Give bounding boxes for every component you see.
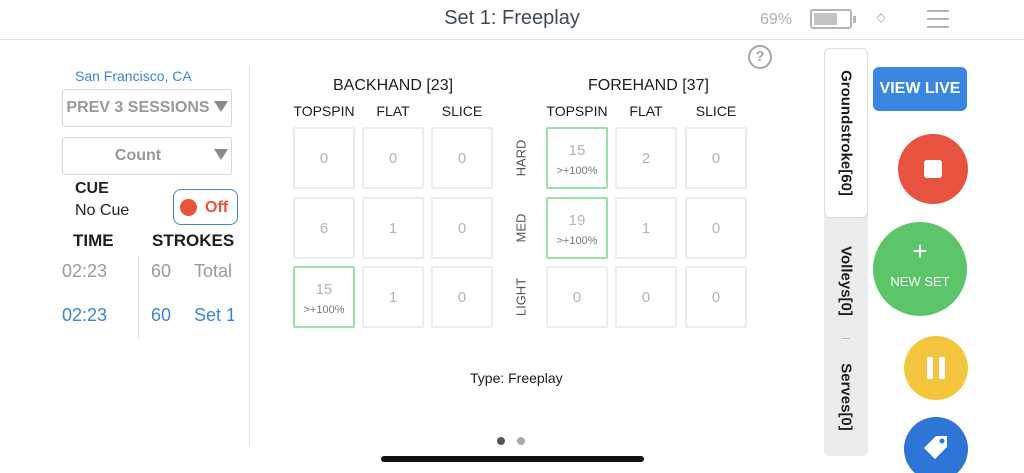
sessions-select[interactable]: PREV 3 SESSIONS bbox=[62, 89, 232, 127]
forehand-cell[interactable]: 2 bbox=[615, 127, 677, 189]
row-label-med: MED bbox=[513, 213, 529, 243]
view-live-button[interactable]: VIEW LIVE bbox=[873, 67, 967, 111]
forehand-cell[interactable]: 0 bbox=[685, 266, 747, 328]
backhand-title: BACKHAND [23] bbox=[333, 77, 454, 94]
row-label-light: LIGHT bbox=[513, 277, 529, 317]
new-set-button[interactable]: + NEW SET bbox=[873, 222, 967, 316]
hamburger-menu-icon[interactable] bbox=[927, 10, 949, 34]
row-label-hard: HARD bbox=[513, 139, 529, 177]
forehand-cell[interactable]: 0 bbox=[546, 266, 608, 328]
forehand-cell[interactable]: 0 bbox=[685, 127, 747, 189]
sessions-select-value: PREV 3 SESSIONS bbox=[66, 99, 210, 116]
forehand-col-slice: SLICE bbox=[695, 103, 737, 119]
forehand-cell[interactable]: 0 bbox=[685, 197, 747, 259]
top-bar: Set 1: Freeplay 69% ᛜ bbox=[0, 0, 1024, 40]
total-time: 02:23 bbox=[62, 261, 108, 281]
set-label: Set 1 bbox=[194, 305, 234, 325]
backhand-cell[interactable]: 1 bbox=[362, 197, 424, 259]
forehand-cell[interactable]: 19 >+100% bbox=[546, 197, 608, 259]
location-text: San Francisco, CA bbox=[75, 68, 192, 84]
stop-button[interactable] bbox=[898, 134, 968, 204]
backhand-col-slice: SLICE bbox=[441, 103, 483, 119]
count-select-value: Count bbox=[114, 147, 162, 164]
chevron-down-icon bbox=[214, 149, 228, 160]
backhand-cell[interactable]: 1 bbox=[362, 266, 424, 328]
forehand-cell[interactable]: 1 bbox=[615, 197, 677, 259]
total-strokes: 60 bbox=[151, 261, 172, 281]
cue-label: CUE bbox=[75, 180, 109, 197]
panel-divider bbox=[249, 66, 250, 446]
pause-button[interactable] bbox=[904, 336, 968, 400]
chevron-down-icon bbox=[214, 101, 228, 112]
count-select[interactable]: Count bbox=[62, 137, 232, 175]
pause-icon bbox=[939, 357, 945, 379]
total-label: Total bbox=[194, 261, 233, 281]
backhand-cell[interactable]: 0 bbox=[293, 127, 355, 189]
set-time: 02:23 bbox=[62, 305, 108, 325]
backhand-cell[interactable]: 0 bbox=[431, 127, 493, 189]
backhand-cell[interactable]: 15 >+100% bbox=[293, 266, 355, 328]
forehand-col-flat: FLAT bbox=[629, 103, 663, 119]
page-dot[interactable] bbox=[517, 437, 525, 445]
battery-percentage: 69% bbox=[760, 11, 793, 28]
tab-serves[interactable]: Serves[0] bbox=[824, 342, 868, 452]
tag-icon bbox=[924, 436, 947, 459]
toggle-dot-icon bbox=[180, 199, 197, 216]
stroke-type-tabs: Groundstroke[60] Volleys[0] Serves[0] bbox=[824, 48, 868, 456]
forehand-cell[interactable]: 15 >+100% bbox=[546, 127, 608, 189]
home-indicator[interactable] bbox=[381, 456, 644, 462]
strokes-header: STROKES bbox=[152, 231, 235, 250]
tab-groundstroke[interactable]: Groundstroke[60] bbox=[824, 48, 868, 218]
forehand-cell[interactable]: 0 bbox=[615, 266, 677, 328]
forehand-col-topspin: TOPSPIN bbox=[546, 103, 608, 119]
help-icon[interactable]: ? bbox=[748, 45, 772, 69]
forehand-title: FOREHAND [37] bbox=[588, 77, 709, 94]
bluetooth-icon[interactable]: ᛜ bbox=[875, 9, 887, 32]
time-header: TIME bbox=[73, 231, 114, 250]
backhand-col-flat: FLAT bbox=[376, 103, 410, 119]
session-type: Type: Freeplay bbox=[470, 370, 563, 386]
pause-icon bbox=[927, 357, 933, 379]
tab-separator bbox=[842, 338, 850, 339]
stop-icon bbox=[924, 160, 942, 178]
cue-value: No Cue bbox=[75, 202, 130, 219]
cue-toggle-label: Off bbox=[205, 199, 229, 216]
battery-nub bbox=[853, 16, 856, 23]
backhand-cell[interactable]: 0 bbox=[362, 127, 424, 189]
set-strokes: 60 bbox=[151, 305, 172, 325]
battery-fill bbox=[814, 13, 837, 25]
stats-divider bbox=[138, 256, 139, 338]
tag-button[interactable] bbox=[904, 417, 968, 473]
backhand-col-topspin: TOPSPIN bbox=[293, 103, 355, 119]
backhand-cell[interactable]: 0 bbox=[431, 197, 493, 259]
plus-icon: + bbox=[912, 236, 928, 266]
battery-icon bbox=[810, 9, 856, 29]
new-set-label: NEW SET bbox=[890, 274, 950, 289]
cue-toggle[interactable]: Off bbox=[173, 189, 238, 225]
tab-volleys[interactable]: Volleys[0] bbox=[824, 226, 868, 336]
page-title: Set 1: Freeplay bbox=[444, 7, 580, 29]
backhand-cell[interactable]: 0 bbox=[431, 266, 493, 328]
page-dot-active[interactable] bbox=[497, 437, 505, 445]
backhand-cell[interactable]: 6 bbox=[293, 197, 355, 259]
